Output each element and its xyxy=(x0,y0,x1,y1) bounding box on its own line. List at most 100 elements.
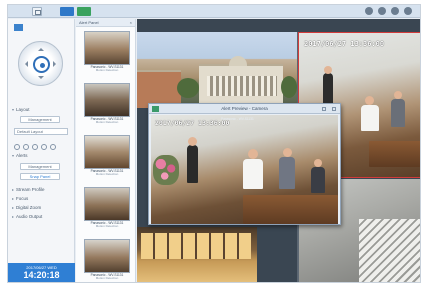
thumbnail-image xyxy=(84,31,130,65)
fullscreen-icon[interactable] xyxy=(50,144,56,150)
thumbnail-image xyxy=(84,83,130,117)
minimize-icon[interactable] xyxy=(322,107,326,111)
menu-digital-zoom[interactable]: ▸ Digital Zoom xyxy=(12,205,41,210)
alerts-management-button[interactable]: Management xyxy=(20,163,60,170)
feed-table xyxy=(243,195,338,224)
ptz-down-icon[interactable] xyxy=(38,76,44,82)
menu-item-label: Focus xyxy=(16,196,29,201)
menu-item-label: Digital Zoom xyxy=(16,205,42,210)
feed-person xyxy=(323,73,333,107)
menu-item-label: Stream Profile xyxy=(16,187,45,192)
ptz-control[interactable] xyxy=(18,41,63,86)
search-icon[interactable] xyxy=(391,7,399,15)
camera-feed-restaurant[interactable] xyxy=(137,227,257,282)
feed-tree xyxy=(281,76,297,98)
alert-thumbnail[interactable]: Panasonic - WV-S1131 Motion Detection xyxy=(84,187,130,228)
menu-stream-profile[interactable]: ▸ Stream Profile xyxy=(12,187,45,192)
alert-panel: Alert Panel × Panasonic - WV-S1131 Motio… xyxy=(76,19,136,282)
menu-audio-output[interactable]: ▸ Audio Output xyxy=(12,214,42,219)
feed-person xyxy=(311,167,325,193)
alerts-section[interactable]: ▾ Alerts xyxy=(12,153,28,158)
taskbar xyxy=(8,5,420,18)
close-icon[interactable]: × xyxy=(130,19,132,27)
popup-video-feed[interactable]: 2017/06/27 13:36:00 Panasonic - WV-S1131 xyxy=(151,115,338,224)
alert-panel-title: Alert Panel xyxy=(79,20,99,25)
camera-app-icon xyxy=(152,106,159,112)
alerts-label: Alerts xyxy=(16,153,28,158)
panel-toggle-icon[interactable] xyxy=(14,24,23,31)
alert-thumbnail[interactable]: Panasonic - WV-S1131 Motion Detection xyxy=(84,239,130,280)
feed-columns xyxy=(207,76,277,96)
popup-titlebar[interactable]: Alert Preview - Camera xyxy=(149,104,340,114)
feed-person xyxy=(391,99,405,127)
popup-title: Alert Preview - Camera xyxy=(221,106,268,111)
thumbnail-image xyxy=(84,187,130,221)
chevron-right-icon: ▸ xyxy=(12,196,15,201)
feed-person xyxy=(361,105,379,131)
feed-person xyxy=(279,157,295,189)
clock-time: 14:20:18 xyxy=(23,270,60,280)
feed-person-head xyxy=(314,159,322,167)
ptz-home-button[interactable] xyxy=(33,56,50,73)
ptz-left-icon[interactable] xyxy=(22,61,28,67)
layout-section[interactable]: ▾ Layout xyxy=(12,107,30,112)
main-menu-icon[interactable] xyxy=(32,7,42,16)
popup-camera-label: Panasonic - WV-S1131 xyxy=(221,117,254,121)
feed-person-head xyxy=(365,96,374,105)
surveillance-station-icon[interactable] xyxy=(60,7,74,16)
alert-panel-header: Alert Panel × xyxy=(76,19,135,27)
camera-feed-street[interactable] xyxy=(137,32,297,108)
ptz-up-icon[interactable] xyxy=(38,45,44,51)
chat-icon[interactable] xyxy=(365,7,373,15)
thumbnail-detail: Motion Detection xyxy=(95,172,119,176)
feed-flowers xyxy=(153,155,179,185)
thumbnail-detail: Motion Detection xyxy=(95,120,119,124)
alert-thumbnail[interactable]: Panasonic - WV-S1131 Motion Detection xyxy=(84,83,130,124)
control-panel: ▾ Layout Management Default Layout ▾ Ale… xyxy=(8,19,75,282)
feed-tree xyxy=(177,78,199,98)
options-icon[interactable] xyxy=(404,7,412,15)
menu-item-label: Audio Output xyxy=(16,214,43,219)
snap-panel-button[interactable]: Snap Panel xyxy=(20,173,60,180)
thumbnail-detail: Motion Detection xyxy=(95,224,119,228)
feed-table xyxy=(369,141,420,167)
chevron-right-icon: ▸ xyxy=(12,205,15,210)
live-view-icon[interactable] xyxy=(77,7,91,16)
chevron-right-icon: ▸ xyxy=(12,187,15,192)
feed-person-head xyxy=(248,149,258,159)
layout-label: Layout xyxy=(16,107,30,112)
feed-person-head xyxy=(394,91,402,99)
grid-view-icon[interactable] xyxy=(41,144,47,150)
history-icon[interactable] xyxy=(14,144,20,150)
close-icon[interactable] xyxy=(332,107,336,111)
thumbnail-detail: Motion Detection xyxy=(95,276,119,280)
chevron-right-icon: ▸ xyxy=(12,214,15,219)
chevron-down-icon: ▾ xyxy=(12,107,15,112)
chevron-down-icon: ▾ xyxy=(12,153,15,158)
alert-thumbnail[interactable]: Panasonic - WV-S1131 Motion Detection xyxy=(84,135,130,176)
feed-stairs xyxy=(359,219,420,282)
settings-icon[interactable] xyxy=(23,144,29,150)
system-tray xyxy=(365,7,412,15)
app-window: ▾ Layout Management Default Layout ▾ Ale… xyxy=(7,4,421,283)
menu-focus[interactable]: ▸ Focus xyxy=(12,196,28,201)
feed-person xyxy=(187,145,198,183)
popup-timestamp: 2017/06/27 13:36:00 xyxy=(155,119,230,127)
feed-timestamp: 2017/06/27 13:36:00 xyxy=(304,40,385,48)
ptz-center-icon xyxy=(40,63,45,68)
snapshot-icon[interactable] xyxy=(32,144,38,150)
thumbnail-image xyxy=(84,239,130,273)
user-icon[interactable] xyxy=(378,7,386,15)
alert-thumbnail[interactable]: Panasonic - WV-S1131 Motion Detection xyxy=(84,31,130,72)
thumbnail-detail: Motion Detection xyxy=(95,68,119,72)
ptz-right-icon[interactable] xyxy=(53,61,59,67)
layout-select[interactable]: Default Layout xyxy=(14,128,68,135)
feed-person-head xyxy=(324,66,332,74)
feed-person-head xyxy=(188,137,197,146)
layout-tools xyxy=(14,144,56,150)
feed-person xyxy=(243,159,263,189)
alert-preview-window[interactable]: Alert Preview - Camera 2017/06/27 13:36:… xyxy=(148,103,341,225)
layout-management-button[interactable]: Management xyxy=(20,116,60,123)
feed-windows xyxy=(141,233,251,259)
clock-widget: 2017/06/27 WED 14:20:18 xyxy=(8,263,75,282)
